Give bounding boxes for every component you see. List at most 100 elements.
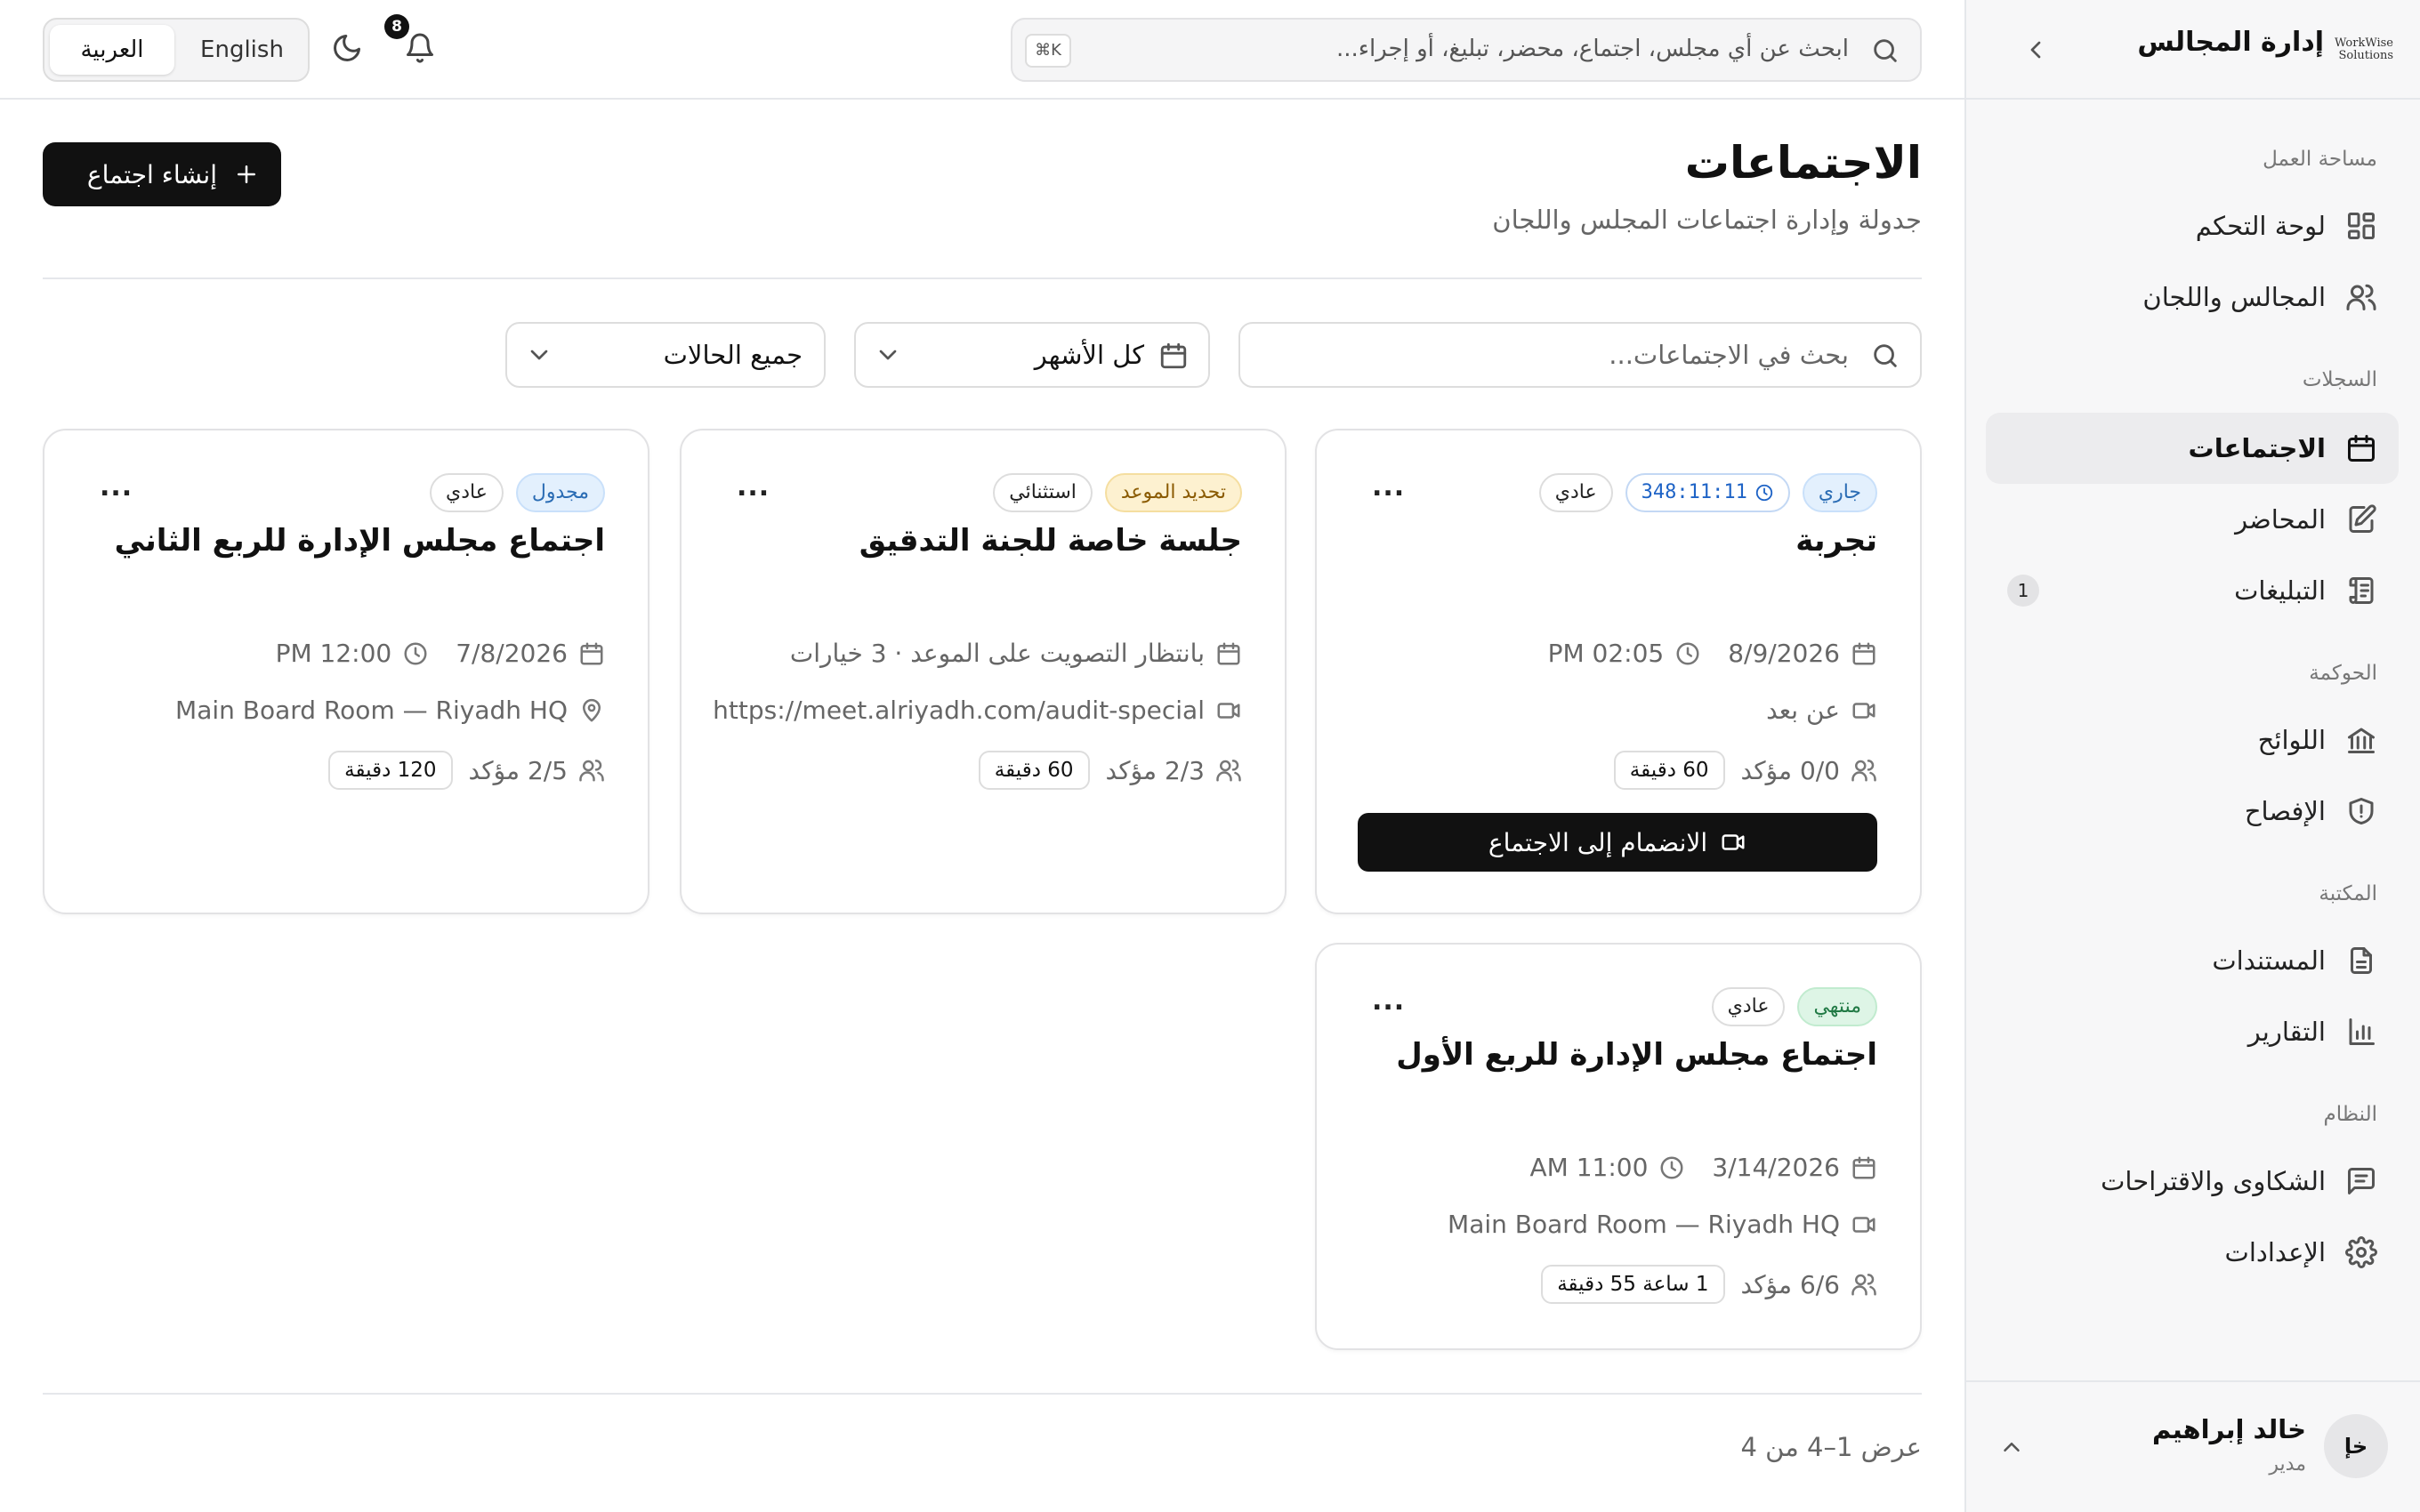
dashboard-icon: [2345, 210, 2377, 242]
sidebar-item-notices[interactable]: التبليغات 1: [1986, 555, 2399, 626]
meeting-location: Main Board Room — Riyadh HQ: [175, 696, 605, 725]
footer-divider: [43, 1393, 1922, 1395]
meeting-type-badge: عادي: [1538, 473, 1613, 512]
sidebar-item-meetings[interactable]: الاجتماعات: [1986, 413, 2399, 484]
status-badge: تحديد الموعد: [1104, 473, 1242, 512]
header-divider: [43, 277, 1922, 279]
section-records: السجلات: [2302, 368, 2377, 391]
sidebar-item-regulations[interactable]: اللوائح: [1986, 704, 2399, 776]
page-title: الاجتماعات: [1684, 137, 1922, 189]
meeting-card[interactable]: مجدول عادي ... اجتماع مجلس الإدارة للربع…: [43, 429, 649, 914]
meeting-card[interactable]: جاري 348:11:11 عادي ... تجربة 8/9/2026 P…: [1315, 429, 1922, 914]
section-workspace: مساحة العمل: [2263, 148, 2377, 171]
meeting-card[interactable]: منتهي عادي ... اجتماع مجلس الإدارة للربع…: [1315, 943, 1922, 1350]
meeting-date: 8/9/2026: [1728, 639, 1840, 668]
meetings-search-input[interactable]: بحث في الاجتماعات...: [1238, 322, 1922, 388]
clock-icon: [402, 640, 429, 667]
meeting-date: 3/14/2026: [1712, 1153, 1840, 1182]
status-filter-value: جميع الحالات: [663, 340, 803, 370]
users-icon: [1851, 1271, 1877, 1298]
duration-badge: 1 ساعة 55 دقيقة: [1541, 1265, 1725, 1304]
users-icon: [2345, 281, 2377, 313]
meeting-time: AM 11:00: [1529, 1153, 1649, 1182]
meeting-attendance: 2/5 مؤكد 120 دقيقة: [328, 751, 605, 790]
language-english-button[interactable]: English: [180, 25, 304, 75]
meeting-location-text[interactable]: https://meet.alriyadh.com/audit-special: [713, 696, 1205, 725]
meetings-search-placeholder: بحث في الاجتماعات...: [1609, 340, 1849, 370]
attendance-count: 0/0 مؤكد: [1740, 755, 1840, 785]
bell-icon: [407, 33, 433, 63]
meeting-location-text: Main Board Room — Riyadh HQ: [1448, 1210, 1840, 1239]
meeting-attendance: 0/0 مؤكد 60 دقيقة: [1613, 751, 1877, 790]
global-search-placeholder: ابحث عن أي مجلس، اجتماع، محضر، تبليغ، أو…: [1335, 36, 1849, 62]
sidebar-item-boards[interactable]: المجالس واللجان: [1986, 261, 2399, 333]
app-title: إدارة المجالس: [2137, 27, 2324, 58]
create-meeting-button[interactable]: إنشاء اجتماع: [43, 142, 281, 206]
more-options-button[interactable]: ...: [1372, 985, 1405, 1017]
sidebar-item-label: الشكاوى والاقتراحات: [2101, 1166, 2326, 1196]
status-badge: منتهي: [1797, 987, 1877, 1026]
meeting-type-badge: عادي: [1711, 987, 1786, 1026]
keyboard-shortcut-hint: ⌘K: [1025, 34, 1071, 68]
global-search-input[interactable]: ابحث عن أي مجلس، اجتماع، محضر، تبليغ، أو…: [1011, 18, 1922, 82]
sidebar-item-label: التقارير: [2247, 1017, 2326, 1047]
sidebar-item-disclosure[interactable]: الإفصاح: [1986, 776, 2399, 847]
user-role: مدير: [2269, 1453, 2306, 1476]
notifications-button[interactable]: [404, 32, 436, 64]
calendar-icon: [2345, 432, 2377, 464]
sidebar-item-label: لوحة التحكم: [2195, 211, 2326, 241]
sidebar-item-documents[interactable]: المستندات: [1986, 925, 2399, 996]
more-options-button[interactable]: ...: [737, 471, 770, 503]
notification-count-badge: 8: [384, 14, 409, 39]
create-meeting-label: إنشاء اجتماع: [86, 159, 217, 189]
elapsed-timer-badge: 348:11:11: [1625, 473, 1790, 512]
chevron-down-icon: [874, 341, 902, 369]
file-text-icon: [2345, 945, 2377, 977]
users-icon: [578, 757, 605, 784]
month-filter-select[interactable]: كل الأشهر: [854, 322, 1210, 388]
card-badges: تحديد الموعد استثنائي: [993, 473, 1242, 512]
clock-icon: [1658, 1154, 1685, 1181]
video-icon: [1851, 697, 1877, 724]
join-meeting-button[interactable]: الانضمام إلى الاجتماع: [1358, 813, 1877, 872]
plus-icon: [238, 165, 255, 183]
users-icon: [1215, 757, 1242, 784]
sidebar-item-label: الإفصاح: [2244, 796, 2326, 826]
sidebar-item-label: المحاضر: [2235, 504, 2326, 535]
calendar-icon: [578, 640, 605, 667]
chevron-up-icon: [1998, 1434, 2025, 1460]
video-icon: [1851, 1211, 1877, 1238]
sidebar-item-settings[interactable]: الإعدادات: [1986, 1217, 2399, 1288]
calendar-icon: [1851, 1154, 1877, 1181]
bar-chart-icon: [2345, 1016, 2377, 1048]
more-options-button[interactable]: ...: [100, 471, 133, 503]
theme-toggle-button[interactable]: [331, 32, 363, 64]
avatar: خإ: [2324, 1414, 2388, 1478]
meeting-location: Main Board Room — Riyadh HQ: [1448, 1210, 1877, 1239]
collapse-sidebar-button[interactable]: [2021, 36, 2050, 64]
language-arabic-button[interactable]: العربية: [50, 25, 174, 75]
clock-icon: [1674, 640, 1701, 667]
elapsed-timer: 348:11:11: [1641, 481, 1747, 503]
moon-icon: [334, 35, 360, 61]
sidebar-item-dashboard[interactable]: لوحة التحكم: [1986, 190, 2399, 261]
sidebar-item-minutes[interactable]: المحاضر: [1986, 484, 2399, 555]
meeting-datetime: 3/14/2026 AM 11:00: [1530, 1153, 1877, 1182]
clock-icon: [1755, 484, 1773, 502]
meeting-location: https://meet.alriyadh.com/audit-special: [713, 696, 1242, 725]
meeting-date: بانتظار التصويت على الموعد · 3 خيارات: [789, 639, 1205, 668]
month-filter-value: كل الأشهر: [1034, 340, 1144, 370]
status-badge: مجدول: [515, 473, 605, 512]
meeting-card[interactable]: تحديد الموعد استثنائي ... جلسة خاصة للجن…: [680, 429, 1287, 914]
search-icon: [1870, 341, 1900, 371]
user-menu[interactable]: خإ خالد إبراهيم مدير: [1966, 1380, 2420, 1512]
more-options-button[interactable]: ...: [1372, 471, 1405, 503]
card-badges: منتهي عادي: [1711, 987, 1877, 1026]
notices-count-badge: 1: [2007, 575, 2039, 607]
sidebar-item-reports[interactable]: التقارير: [1986, 996, 2399, 1067]
status-filter-select[interactable]: جميع الحالات: [505, 322, 826, 388]
sidebar-item-complaints[interactable]: الشكاوى والاقتراحات: [1986, 1146, 2399, 1217]
duration-badge: 120 دقيقة: [328, 751, 453, 790]
meeting-title: تجربة: [1795, 523, 1877, 559]
duration-badge: 60 دقيقة: [1613, 751, 1725, 790]
